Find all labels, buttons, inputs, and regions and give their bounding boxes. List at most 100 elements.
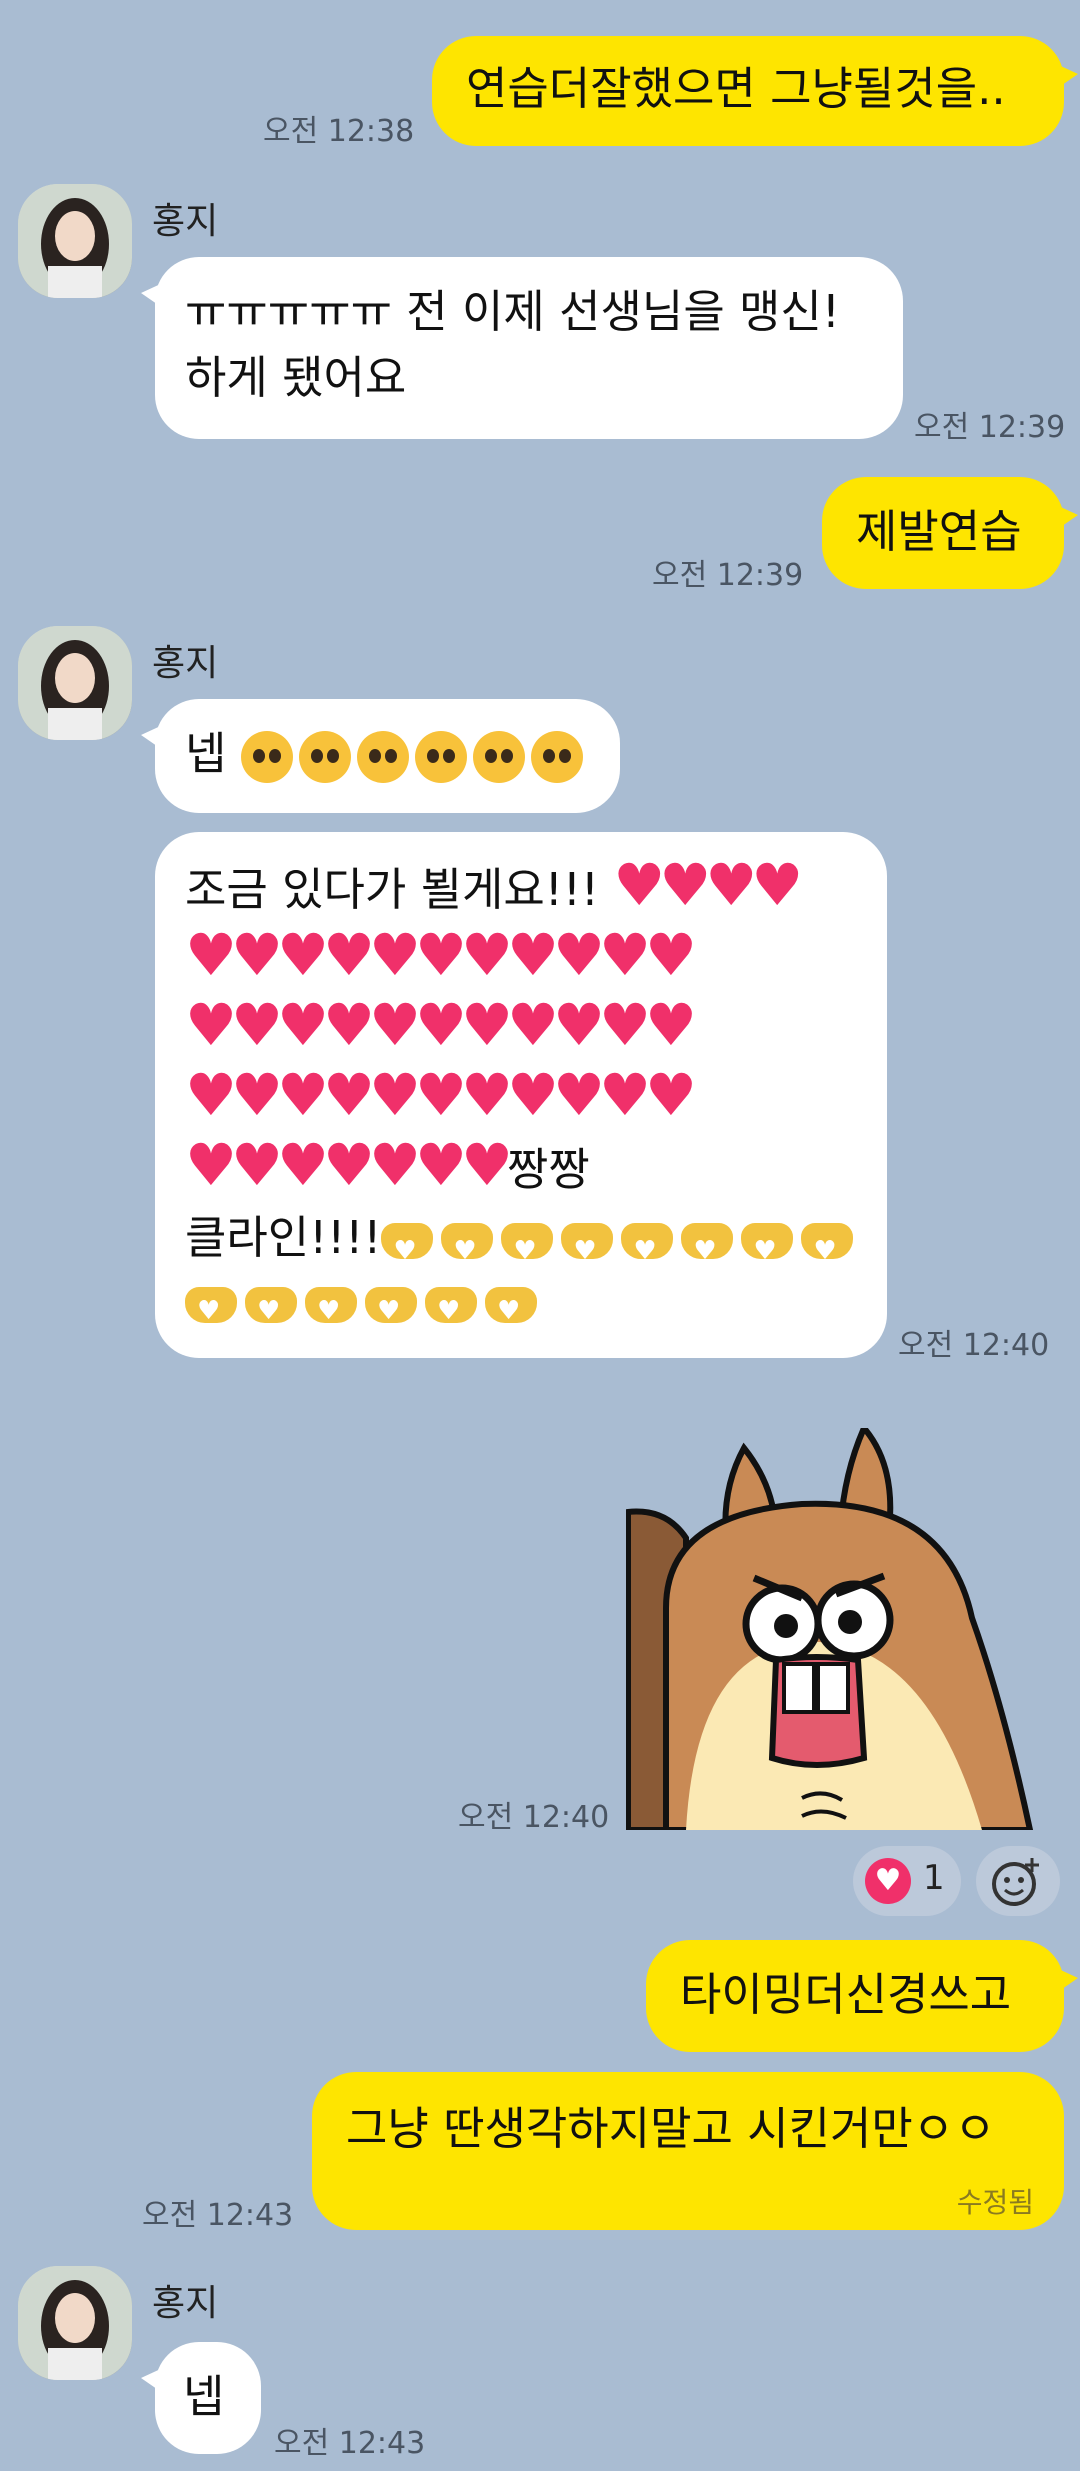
message-text: 짱짱	[507, 1143, 590, 1196]
heart-hands-emoji	[441, 1217, 494, 1285]
red-heart-emoji: ♥	[323, 921, 375, 989]
red-heart-emoji: ♥	[277, 921, 329, 989]
red-heart-emoji: ♥	[553, 921, 605, 989]
red-heart-emoji: ♥	[369, 991, 421, 1059]
heart-hands-emoji	[681, 1217, 734, 1285]
avatar[interactable]	[18, 184, 132, 298]
red-heart-emoji: ♥	[323, 991, 375, 1059]
message-time: 오전 12:43	[274, 2426, 426, 2461]
heart-emoji-row: ♥♥♥♥♥♥♥	[185, 1134, 513, 1196]
red-heart-emoji: ♥	[415, 1131, 467, 1199]
message-text: 클라인!!!!	[185, 1211, 382, 1264]
message-text: 넵	[183, 2370, 225, 2423]
message-bubble[interactable]: 넵	[141, 2342, 261, 2454]
message-text: 하게 됐어요	[185, 351, 407, 404]
heart-emoji-row: ♥♥♥♥♥♥♥♥♥♥♥	[185, 1064, 857, 1134]
heart-hands-emoji	[485, 1281, 537, 1341]
red-heart-emoji: ♥	[231, 1061, 283, 1129]
message-text: 제발연습	[856, 505, 1022, 558]
heart-emoji-row: ♥♥♥♥♥♥♥♥♥♥♥	[185, 924, 857, 994]
red-heart-emoji: ♥	[507, 921, 559, 989]
message-time: 오전 12:40	[458, 1800, 610, 1835]
edited-label: 수정됨	[956, 2186, 1034, 2219]
sender-name: 홍지	[152, 201, 219, 242]
heart-hands-emoji	[245, 1281, 297, 1341]
red-heart-emoji: ♥	[599, 921, 651, 989]
red-heart-emoji: ♥	[185, 991, 237, 1059]
heart-hands-emoji	[365, 1281, 417, 1341]
red-heart-emoji: ♥	[613, 851, 665, 919]
heart-hands-emoji	[621, 1217, 674, 1285]
heart-emoji-row: ♥♥♥♥	[613, 854, 803, 916]
red-heart-emoji: ♥	[277, 1131, 329, 1199]
message-text: 그냥 딴생각하지말고 시킨거만ㅇㅇ	[346, 2102, 996, 2155]
message-bubble[interactable]: 타이밍더신경쓰고	[646, 1940, 1078, 2052]
red-heart-emoji: ♥	[599, 1061, 651, 1129]
message-time: 오전 12:39	[914, 410, 1066, 445]
red-heart-emoji: ♥	[751, 851, 803, 919]
red-heart-emoji: ♥	[461, 921, 513, 989]
message-text: 조금 있다가 뵐게요!!!	[185, 863, 599, 916]
heart-hands-emoji-row	[381, 1211, 861, 1285]
red-heart-emoji: ♥	[599, 991, 651, 1059]
pleading-face-emoji	[356, 731, 409, 783]
heart-hands-emoji	[185, 1281, 237, 1341]
red-heart-emoji: ♥	[415, 991, 467, 1059]
message-bubble[interactable]: 제발연습	[822, 477, 1078, 589]
heart-hands-emoji	[561, 1217, 614, 1285]
message-bubble[interactable]: 연습더잘했으면 그냥될것을..	[432, 36, 1078, 146]
red-heart-emoji: ♥	[553, 1061, 605, 1129]
message-time: 오전 12:38	[263, 114, 415, 149]
message-bubble[interactable]: ㅠㅠㅠㅠㅠ 전 이제 선생님을 맹신! 하게 됐어요	[141, 257, 903, 439]
red-heart-emoji: ♥	[277, 1061, 329, 1129]
red-heart-emoji: ♥	[231, 921, 283, 989]
red-heart-emoji: ♥	[553, 991, 605, 1059]
red-heart-emoji: ♥	[507, 991, 559, 1059]
message-text: 넵	[185, 727, 227, 780]
red-heart-emoji: ♥	[277, 991, 329, 1059]
add-reaction-button[interactable]	[976, 1846, 1060, 1916]
red-heart-emoji: ♥	[369, 921, 421, 989]
sticker[interactable]	[625, 1422, 1050, 1833]
avatar-photo	[18, 184, 132, 298]
heart-hands-emoji	[305, 1281, 357, 1341]
red-heart-emoji: ♥	[369, 1061, 421, 1129]
red-heart-emoji: ♥	[461, 991, 513, 1059]
avatar-photo	[18, 626, 132, 740]
pleading-face-emoji	[472, 731, 525, 783]
red-heart-emoji: ♥	[185, 1061, 237, 1129]
message-time: 오전 12:39	[652, 558, 804, 593]
message-bubble[interactable]: 넵	[141, 699, 620, 813]
red-heart-emoji: ♥	[645, 991, 697, 1059]
red-heart-emoji: ♥	[231, 991, 283, 1059]
heart-hands-emoji	[501, 1217, 554, 1285]
message-bubble[interactable]: 조금 있다가 뵐게요!!! ♥♥♥♥ ♥♥♥♥♥♥♥♥♥♥♥ ♥♥♥♥♥♥♥♥♥…	[155, 832, 887, 1358]
pleading-face-emoji	[530, 731, 583, 783]
red-heart-emoji: ♥	[507, 1061, 559, 1129]
pleading-face-emoji	[298, 731, 351, 783]
red-heart-emoji: ♥	[323, 1061, 375, 1129]
red-heart-emoji: ♥	[705, 851, 757, 919]
red-heart-emoji: ♥	[369, 1131, 421, 1199]
avatar[interactable]	[18, 626, 132, 740]
heart-hands-emoji	[425, 1281, 477, 1341]
pleading-face-emoji	[414, 731, 467, 783]
message-time: 오전 12:43	[142, 2198, 294, 2233]
red-heart-emoji: ♥	[645, 921, 697, 989]
red-heart-emoji: ♥	[645, 1061, 697, 1129]
message-bubble[interactable]: 그냥 딴생각하지말고 시킨거만ㅇㅇ 수정됨	[312, 2072, 1064, 2230]
red-heart-emoji: ♥	[185, 1131, 237, 1199]
red-heart-emoji: ♥	[415, 1061, 467, 1129]
red-heart-emoji: ♥	[323, 1131, 375, 1199]
avatar-photo	[18, 2266, 132, 2380]
message-text: 연습더잘했으면 그냥될것을..	[466, 62, 1006, 115]
message-time: 오전 12:40	[898, 1328, 1050, 1363]
squirrel-sticker-image	[625, 1422, 1034, 1833]
red-heart-emoji: ♥	[659, 851, 711, 919]
message-text: 타이밍더신경쓰고	[680, 1968, 1012, 2021]
sender-name: 홍지	[152, 2283, 219, 2324]
avatar[interactable]	[18, 2266, 132, 2380]
reaction-badge[interactable]: ♥ 1	[853, 1846, 961, 1916]
red-heart-emoji: ♥	[231, 1131, 283, 1199]
pleading-face-emoji	[240, 731, 293, 783]
